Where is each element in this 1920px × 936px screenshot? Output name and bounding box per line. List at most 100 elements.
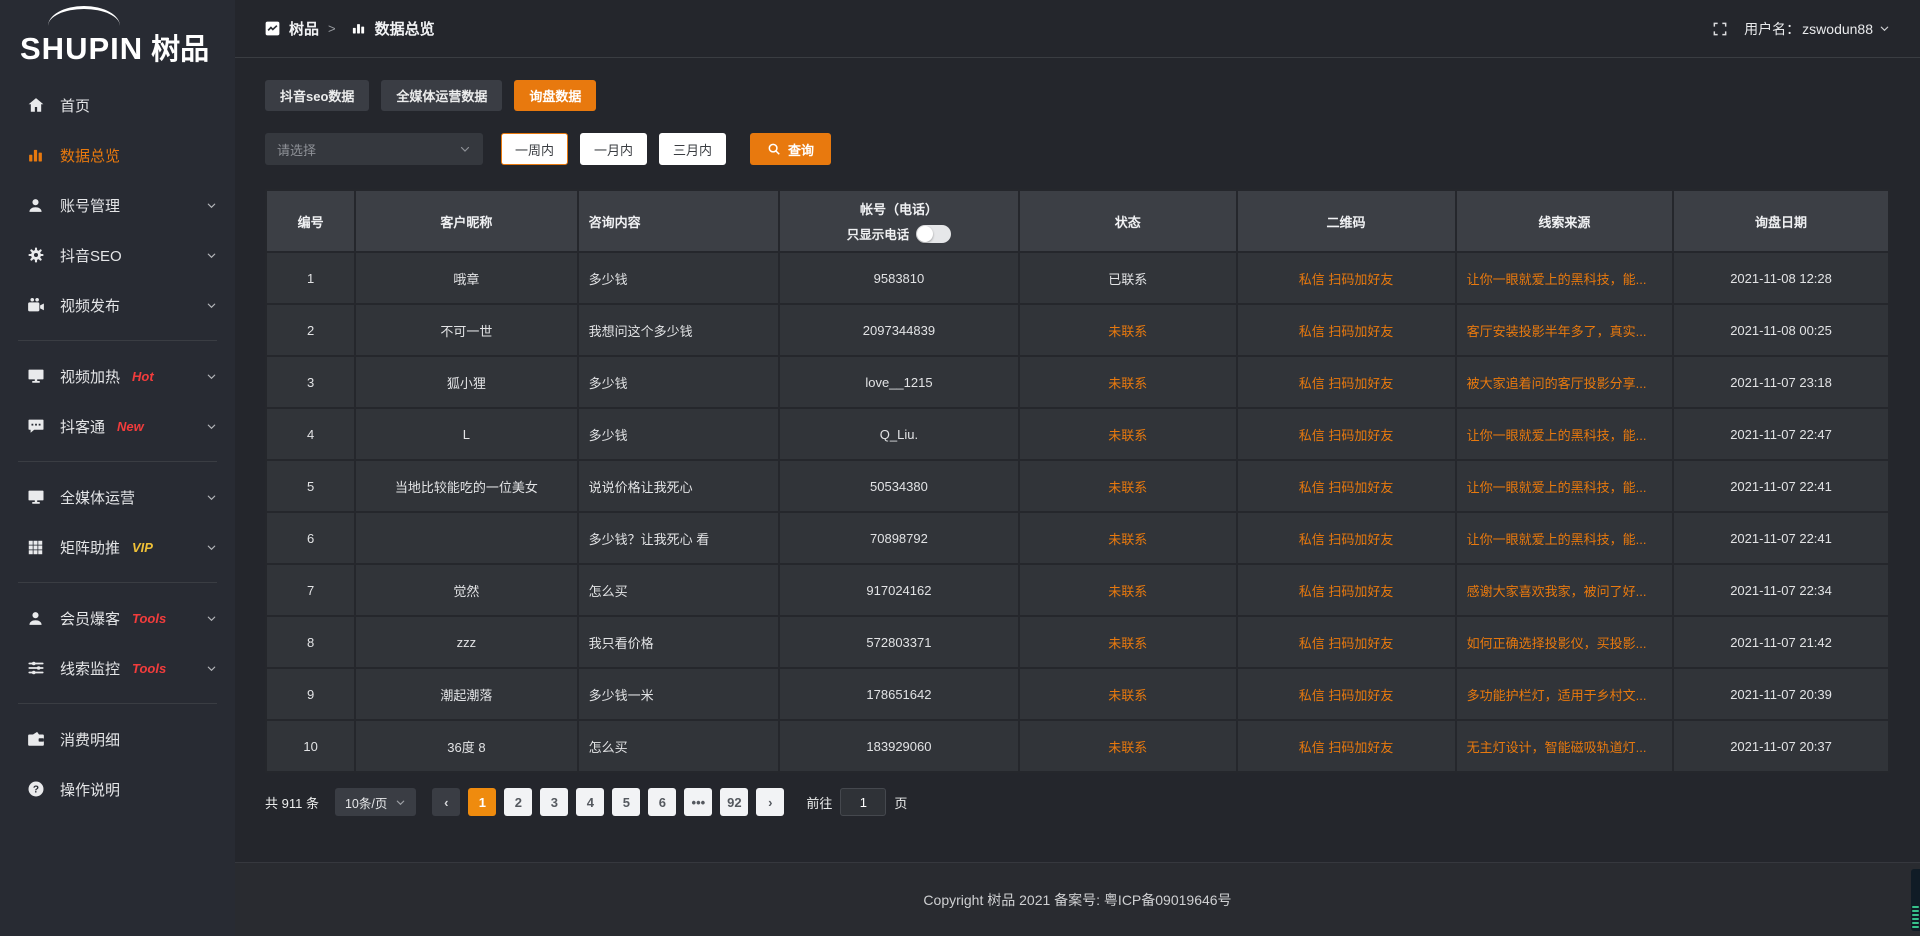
chevron-down-icon[interactable] xyxy=(206,250,217,261)
page-button-92[interactable]: 92 xyxy=(720,788,748,816)
col-header-id: 编号 xyxy=(266,190,355,252)
page-button-6[interactable]: 6 xyxy=(648,788,676,816)
user-icon xyxy=(26,609,45,628)
sidebar-item-badge: Hot xyxy=(132,369,154,384)
sidebar-divider xyxy=(18,703,217,704)
cell-nickname: 不可一世 xyxy=(355,304,577,356)
cell-qrcode-link[interactable]: 私信 扫码加好友 xyxy=(1237,616,1456,668)
goto-page-input[interactable] xyxy=(840,788,886,816)
tab-inquiry-data[interactable]: 询盘数据 xyxy=(514,80,596,111)
sidebar-item-video-heat[interactable]: 视频加热 Hot xyxy=(0,351,235,401)
cell-inquiry: 我只看价格 xyxy=(578,616,779,668)
floating-widget[interactable] xyxy=(1911,869,1920,931)
sidebar-item-douyin-seo[interactable]: 抖音SEO xyxy=(0,230,235,280)
cell-qrcode-link[interactable]: 私信 扫码加好友 xyxy=(1237,252,1456,304)
cell-qrcode-link[interactable]: 私信 扫码加好友 xyxy=(1237,408,1456,460)
cell-account: 2097344839 xyxy=(779,304,1019,356)
cell-status: 未联系 xyxy=(1019,408,1236,460)
cell-qrcode-link[interactable]: 私信 扫码加好友 xyxy=(1237,304,1456,356)
chat-icon xyxy=(26,417,45,436)
sidebar-divider xyxy=(18,582,217,583)
col-header-source: 线索来源 xyxy=(1456,190,1673,252)
cell-date: 2021-11-08 12:28 xyxy=(1673,252,1889,304)
cell-source-link[interactable]: 如何正确选择投影仪，买投影... xyxy=(1456,616,1673,668)
sidebar-item-omnimedia-operation[interactable]: 全媒体运营 xyxy=(0,472,235,522)
sidebar-item-account-management[interactable]: 账号管理 xyxy=(0,180,235,230)
username[interactable]: 用户名： zswodun88 xyxy=(1744,19,1890,39)
cell-account: 178651642 xyxy=(779,668,1019,720)
prev-page-button[interactable]: ‹ xyxy=(432,788,460,816)
cell-qrcode-link[interactable]: 私信 扫码加好友 xyxy=(1237,720,1456,772)
table-row: 3 狐小狸 多少钱 love__1215 未联系 私信 扫码加好友 被大家追着问… xyxy=(266,356,1889,408)
cell-source-link[interactable]: 感谢大家喜欢我家，被问了好... xyxy=(1456,564,1673,616)
tab-douyin-seo-data[interactable]: 抖音seo数据 xyxy=(265,80,369,111)
cell-id: 3 xyxy=(266,356,355,408)
goto-label: 前往 xyxy=(806,793,832,812)
chevron-down-icon[interactable] xyxy=(206,300,217,311)
sidebar-item-video-publish[interactable]: 视频发布 xyxy=(0,280,235,330)
sidebar-item-home[interactable]: 首页 xyxy=(0,80,235,130)
cell-source-link[interactable]: 被大家追着问的客厅投影分享... xyxy=(1456,356,1673,408)
cell-status: 未联系 xyxy=(1019,616,1236,668)
cell-source-link[interactable]: 无主灯设计，智能磁吸轨道灯... xyxy=(1456,720,1673,772)
cell-qrcode-link[interactable]: 私信 扫码加好友 xyxy=(1237,668,1456,720)
sidebar-item-badge: New xyxy=(117,419,144,434)
sidebar-item-label: 矩阵助推 xyxy=(60,537,120,558)
cell-source-link[interactable]: 多功能护栏灯，适用于乡村文... xyxy=(1456,668,1673,720)
sidebar-divider xyxy=(18,340,217,341)
sidebar-item-operation-guide[interactable]: ? 操作说明 xyxy=(0,764,235,814)
cell-source-link[interactable]: 让你一眼就爱上的黑科技，能... xyxy=(1456,252,1673,304)
page-button-5[interactable]: 5 xyxy=(612,788,640,816)
account-select[interactable]: 请选择 xyxy=(265,133,483,165)
cell-qrcode-link[interactable]: 私信 扫码加好友 xyxy=(1237,512,1456,564)
chevron-down-icon[interactable] xyxy=(206,492,217,503)
cell-nickname: 36度 8 xyxy=(355,720,577,772)
cell-source-link[interactable]: 让你一眼就爱上的黑科技，能... xyxy=(1456,512,1673,564)
page-button-2[interactable]: 2 xyxy=(504,788,532,816)
chevron-down-icon[interactable] xyxy=(206,371,217,382)
sidebar-item-lead-monitor[interactable]: 线索监控 Tools xyxy=(0,643,235,693)
chevron-down-icon[interactable] xyxy=(206,200,217,211)
chevron-down-icon[interactable] xyxy=(206,421,217,432)
filter-bar: 请选择 一周内一月内三月内 查询 xyxy=(265,133,1890,165)
search-button[interactable]: 查询 xyxy=(750,133,831,165)
page-size-select[interactable]: 10条/页 xyxy=(335,788,416,816)
chevron-down-icon[interactable] xyxy=(206,542,217,553)
sidebar-item-data-overview[interactable]: 数据总览 xyxy=(0,130,235,180)
account-header-title: 帐号（电话） xyxy=(780,199,1018,218)
cell-account: 183929060 xyxy=(779,720,1019,772)
cell-qrcode-link[interactable]: 私信 扫码加好友 xyxy=(1237,356,1456,408)
page-button-3[interactable]: 3 xyxy=(540,788,568,816)
page-buttons: 123456 ••• 92 xyxy=(468,788,748,816)
breadcrumb-root[interactable]: 树品 xyxy=(289,18,319,39)
range-button-2[interactable]: 三月内 xyxy=(659,133,726,165)
cell-inquiry: 多少钱 xyxy=(578,408,779,460)
cell-qrcode-link[interactable]: 私信 扫码加好友 xyxy=(1237,460,1456,512)
cell-id: 10 xyxy=(266,720,355,772)
fullscreen-icon[interactable] xyxy=(1712,21,1728,37)
col-header-qrcode: 二维码 xyxy=(1237,190,1456,252)
cell-inquiry: 多少钱 xyxy=(578,356,779,408)
goto-unit: 页 xyxy=(894,793,907,812)
cell-id: 5 xyxy=(266,460,355,512)
chevron-down-icon[interactable] xyxy=(206,613,217,624)
page-button-4[interactable]: 4 xyxy=(576,788,604,816)
sidebar-item-consumption-detail[interactable]: 消费明细 xyxy=(0,714,235,764)
table-row: 2 不可一世 我想问这个多少钱 2097344839 未联系 私信 扫码加好友 … xyxy=(266,304,1889,356)
range-button-0[interactable]: 一周内 xyxy=(501,133,568,165)
page-ellipsis-button[interactable]: ••• xyxy=(684,788,712,816)
cell-source-link[interactable]: 客厅安装投影半年多了，真实... xyxy=(1456,304,1673,356)
chevron-down-icon[interactable] xyxy=(206,663,217,674)
next-page-button[interactable]: › xyxy=(756,788,784,816)
table-row: 1 哦章 多少钱 9583810 已联系 私信 扫码加好友 让你一眼就爱上的黑科… xyxy=(266,252,1889,304)
cell-source-link[interactable]: 让你一眼就爱上的黑科技，能... xyxy=(1456,460,1673,512)
cell-source-link[interactable]: 让你一眼就爱上的黑科技，能... xyxy=(1456,408,1673,460)
cell-qrcode-link[interactable]: 私信 扫码加好友 xyxy=(1237,564,1456,616)
sidebar-item-matrix-boost[interactable]: 矩阵助推 VIP xyxy=(0,522,235,572)
phone-only-toggle[interactable] xyxy=(916,225,951,243)
sidebar-item-douketong[interactable]: 抖客通 New xyxy=(0,401,235,451)
tab-omnimedia-operation-data[interactable]: 全媒体运营数据 xyxy=(381,80,502,111)
range-button-1[interactable]: 一月内 xyxy=(580,133,647,165)
page-button-1[interactable]: 1 xyxy=(468,788,496,816)
sidebar-item-member-burst[interactable]: 会员爆客 Tools xyxy=(0,593,235,643)
